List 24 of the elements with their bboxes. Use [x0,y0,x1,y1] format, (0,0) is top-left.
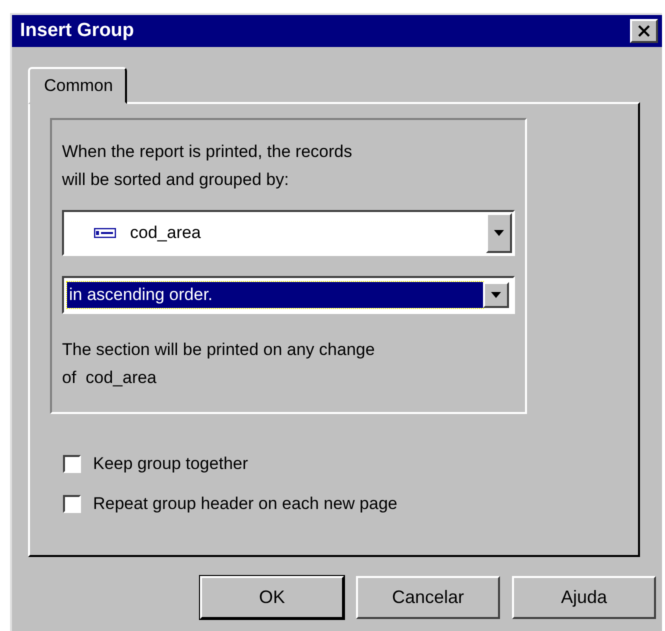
dialog-button[interactable]: Ajuda [512,576,656,619]
dropdown-button[interactable] [486,213,512,253]
checkbox-label: Keep group together [93,454,248,474]
close-button[interactable] [630,19,658,43]
close-icon [637,25,651,37]
dialog-button[interactable]: Cancelar [356,576,500,619]
dialog-button[interactable]: OK [200,576,344,619]
order-value: in ascending order. [67,282,483,308]
checkbox-label: Repeat group header on each new page [93,494,398,514]
note-text: The section will be printed on any change [62,339,376,361]
checkbox[interactable] [63,455,81,473]
caret-icon [491,292,501,298]
field-icon [94,228,116,238]
caret-icon [494,230,504,236]
instruction-text: will be sorted and grouped by: [62,169,290,191]
order-dropdown[interactable]: in ascending order. [62,276,515,314]
dropdown-button[interactable] [483,282,509,308]
field-dropdown[interactable]: cod_area [62,210,515,256]
window-title: Insert Group [20,20,134,42]
note-text: of cod_area [62,367,158,389]
field-value: cod_area [130,223,202,243]
tab[interactable]: Common [28,67,127,104]
instruction-text: When the report is printed, the records [62,141,354,163]
checkbox[interactable] [63,495,81,513]
